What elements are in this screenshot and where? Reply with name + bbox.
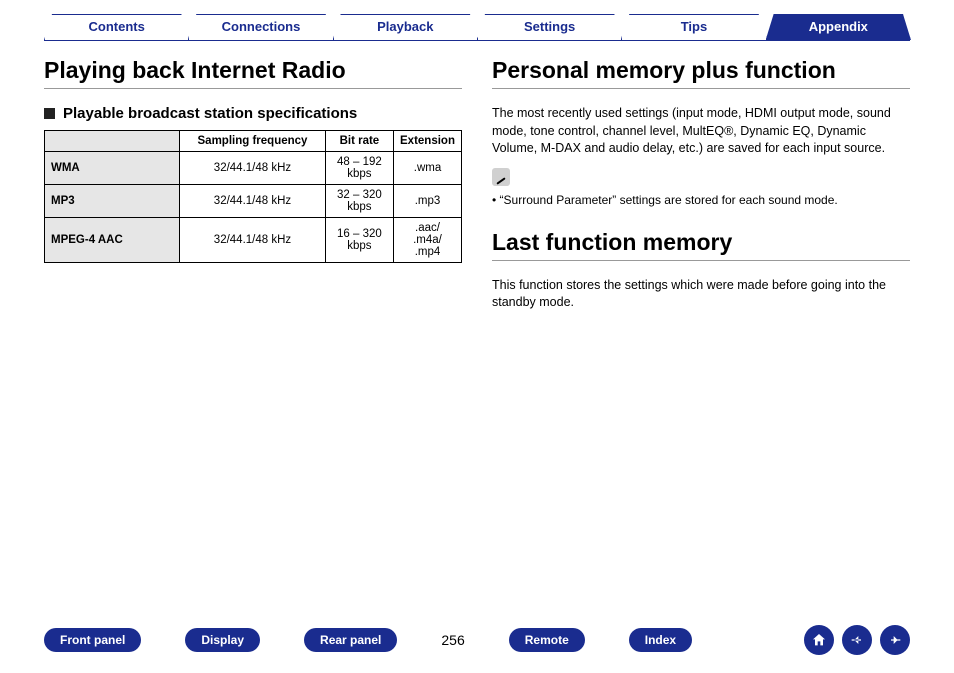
top-tabs: Contents Connections Playback Settings T… bbox=[0, 0, 954, 40]
cell-extension: .wma bbox=[394, 152, 462, 185]
rule bbox=[492, 260, 910, 261]
table-row: MPEG-4 AAC 32/44.1/48 kHz 16 – 320 kbps … bbox=[45, 218, 462, 263]
note-list: “Surround Parameter” settings are stored… bbox=[492, 193, 910, 207]
th-sampling: Sampling frequency bbox=[180, 131, 326, 152]
subheading-playable-specs: Playable broadcast station specification… bbox=[44, 105, 462, 122]
th-extension: Extension bbox=[394, 131, 462, 152]
cell-bitrate: 16 – 320 kbps bbox=[325, 218, 393, 263]
tab-appendix[interactable]: Appendix bbox=[766, 14, 911, 40]
square-bullet-icon bbox=[44, 108, 55, 119]
th-bitrate: Bit rate bbox=[325, 131, 393, 152]
table-row: WMA 32/44.1/48 kHz 48 – 192 kbps .wma bbox=[45, 152, 462, 185]
back-arrow-icon[interactable] bbox=[842, 625, 872, 655]
page-number: 256 bbox=[441, 632, 464, 648]
para-last-function: This function stores the settings which … bbox=[492, 277, 910, 312]
forward-arrow-icon[interactable] bbox=[880, 625, 910, 655]
tab-tips[interactable]: Tips bbox=[621, 14, 766, 40]
left-column: Playing back Internet Radio Playable bro… bbox=[44, 57, 462, 322]
tab-settings[interactable]: Settings bbox=[477, 14, 622, 40]
heading-internet-radio: Playing back Internet Radio bbox=[44, 57, 462, 84]
table-row: MP3 32/44.1/48 kHz 32 – 320 kbps .mp3 bbox=[45, 185, 462, 218]
heading-personal-memory: Personal memory plus function bbox=[492, 57, 910, 84]
table-header-row: Sampling frequency Bit rate Extension bbox=[45, 131, 462, 152]
note-item: “Surround Parameter” settings are stored… bbox=[492, 193, 910, 207]
cell-sampling: 32/44.1/48 kHz bbox=[180, 185, 326, 218]
pencil-note-icon bbox=[492, 168, 510, 186]
tab-connections[interactable]: Connections bbox=[188, 14, 333, 40]
cell-format: WMA bbox=[45, 152, 180, 185]
cell-bitrate: 48 – 192 kbps bbox=[325, 152, 393, 185]
btn-rear-panel[interactable]: Rear panel bbox=[304, 628, 397, 652]
tab-playback[interactable]: Playback bbox=[333, 14, 478, 40]
specs-table: Sampling frequency Bit rate Extension WM… bbox=[44, 130, 462, 263]
btn-display[interactable]: Display bbox=[185, 628, 260, 652]
nav-icons bbox=[804, 625, 910, 655]
rule bbox=[44, 88, 462, 89]
btn-index[interactable]: Index bbox=[629, 628, 692, 652]
subheading-label: Playable broadcast station specification… bbox=[63, 105, 357, 122]
cell-sampling: 32/44.1/48 kHz bbox=[180, 218, 326, 263]
cell-format: MP3 bbox=[45, 185, 180, 218]
table-header-blank bbox=[45, 131, 180, 152]
cell-extension: .aac/ .m4a/ .mp4 bbox=[394, 218, 462, 263]
cell-format: MPEG-4 AAC bbox=[45, 218, 180, 263]
btn-front-panel[interactable]: Front panel bbox=[44, 628, 141, 652]
cell-bitrate: 32 – 320 kbps bbox=[325, 185, 393, 218]
heading-last-function: Last function memory bbox=[492, 229, 910, 256]
btn-remote[interactable]: Remote bbox=[509, 628, 585, 652]
tab-contents[interactable]: Contents bbox=[44, 14, 189, 40]
home-icon[interactable] bbox=[804, 625, 834, 655]
rule bbox=[492, 88, 910, 89]
cell-extension: .mp3 bbox=[394, 185, 462, 218]
bottom-bar: Front panel Display Rear panel 256 Remot… bbox=[0, 625, 954, 655]
para-personal-memory: The most recently used settings (input m… bbox=[492, 105, 910, 158]
cell-sampling: 32/44.1/48 kHz bbox=[180, 152, 326, 185]
right-column: Personal memory plus function The most r… bbox=[492, 57, 910, 322]
